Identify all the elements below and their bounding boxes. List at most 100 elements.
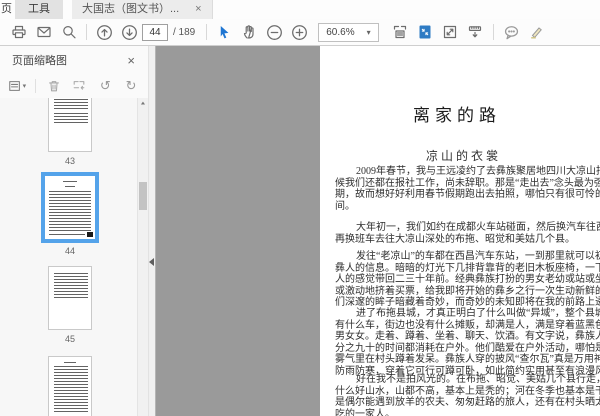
fullscreen-diagonal-arrow-icon <box>444 25 457 39</box>
paragraph: 进了布拖县城，才真正明白了什么叫做“异域”，整个县城街道 有什么车，街边也没有什… <box>335 308 600 377</box>
toolbar-separator <box>86 24 87 40</box>
hand-icon <box>243 25 254 39</box>
paragraph: 大年初一，我们如约在成都火车站碰面，然后换汽车往西昌， 再换班车去往大凉山深处的… <box>335 222 600 245</box>
minus-circle-icon <box>267 24 283 40</box>
hand-tool-button[interactable] <box>237 21 262 43</box>
comment-button[interactable] <box>499 21 524 43</box>
zoom-level-value: 60.6% <box>326 26 355 38</box>
thumbnail-text-lines <box>49 191 91 231</box>
tab-tools[interactable]: 工具 <box>15 0 63 19</box>
text-line: 雾气里在村头蹲着发呆。彝族人穿的披风“查尔瓦”真是万用神袄， <box>335 354 600 365</box>
chevron-down-icon: ▾ <box>22 83 27 90</box>
thumbnail-page-46[interactable] <box>48 356 92 416</box>
panel-title: 页面缩略图 <box>12 55 67 67</box>
scroll-up-arrow-icon[interactable]: ▲ <box>138 100 148 108</box>
collapse-panel-arrow-icon[interactable] <box>149 258 154 266</box>
text-line: 进了布拖县城，才真正明白了什么叫做“异域”，整个县城街道 <box>356 308 600 319</box>
thumbnail-page-44-selected[interactable] <box>41 172 99 243</box>
thumbnail-page-number: 43 <box>64 156 75 166</box>
thumbnail-text-lines <box>54 272 88 298</box>
rotate-right-icon: ↻ <box>125 78 137 94</box>
page-number-input[interactable] <box>142 23 168 41</box>
document-tab[interactable]: 大国志（图文书）... × <box>72 0 213 19</box>
text-line: 或激动地挤着买票，给我即将开始的彝乡之行一次生动新鲜的预览 <box>335 285 600 297</box>
fit-width-icon <box>394 25 407 39</box>
search-button[interactable] <box>56 21 81 43</box>
chevron-down-icon: ▾ <box>366 27 371 37</box>
comment-bubble-icon <box>504 25 518 39</box>
text-line: 发往“老凉山”的车都在西昌汽车东站，一到那里就可以初步感 <box>356 251 600 262</box>
paragraph: 2009年春节，我与王远凌约了去彝族聚居地四川大凉山拍照。 候我们还都在报社工作… <box>335 166 600 212</box>
highlight-button[interactable] <box>524 21 549 43</box>
thumbnail-title-line <box>64 361 76 363</box>
thumbnail-options-icon <box>8 81 20 91</box>
email-icon <box>36 26 51 38</box>
text-line: 再换班车去往大凉山深处的布拖、昭觉和美姑几个县。 <box>335 233 575 245</box>
thumbnail-page-43[interactable] <box>48 98 92 152</box>
search-icon <box>62 26 76 39</box>
thumbnail-options-button[interactable]: ▾ <box>6 76 28 96</box>
print-icon <box>11 25 26 39</box>
close-icon[interactable]: × <box>195 0 201 19</box>
next-page-button[interactable] <box>117 21 142 43</box>
fit-page-button[interactable] <box>413 21 438 43</box>
document-subtitle: 凉山的衣裳 <box>426 149 502 163</box>
cursor-arrow-icon <box>221 25 229 38</box>
thumbnail-title-line <box>63 180 77 182</box>
text-line: 们深邃的眸子暗藏着奇妙，而奇妙的未知即将在我的前路上逶迤展 <box>335 297 600 308</box>
rotate-right-button[interactable]: ↻ <box>120 76 142 96</box>
thumbnail-text-lines <box>54 366 88 412</box>
toolbar-separator <box>492 24 494 40</box>
cut-pages-button[interactable] <box>69 76 91 96</box>
arrow-up-circle-icon <box>97 24 112 40</box>
page-thumbnails-panel: 页面缩略图 × ▾ ↺ ↻ 43 44 45 ▲ <box>0 46 148 416</box>
highlighter-icon <box>531 27 543 39</box>
print-button[interactable] <box>6 21 31 43</box>
paragraph: 好在我不是拍风光的。在布拖、昭觉、美姑几个县行走，没有 什么好山水，山都不高，基… <box>335 374 600 416</box>
fit-width-button[interactable] <box>388 21 413 43</box>
rotate-left-button[interactable]: ↺ <box>94 76 116 96</box>
document-title: 离家的路 <box>413 106 501 125</box>
zoom-in-button[interactable] <box>287 21 312 43</box>
zoom-level-dropdown[interactable]: 60.6% ▾ <box>318 22 379 42</box>
panel-splitter[interactable] <box>148 46 156 416</box>
tab-home[interactable]: 页 <box>0 0 12 19</box>
page-total-label: / 189 <box>173 26 196 38</box>
text-line: 候我们还都在报社工作，尚未辞职。那是“走出去”念头最为强烈的 <box>335 177 600 189</box>
document-canvas[interactable]: 离家的路 凉山的衣裳 2009年春节，我与王远凌约了去彝族聚居地四川大凉山拍照。… <box>156 46 600 416</box>
text-line: 人的感觉带回二三十年前。经典彝族打扮的男女老幼或站或坐， <box>335 274 600 285</box>
thumbnail-image-block <box>87 232 93 237</box>
thumbnail-toolbar: ▾ ↺ ↻ <box>0 74 148 98</box>
thumbnail-page-45[interactable] <box>48 266 92 330</box>
panel-close-icon[interactable]: × <box>127 53 135 68</box>
more-tools-button[interactable] <box>463 21 488 43</box>
fit-page-icon <box>419 25 431 39</box>
zoom-out-button[interactable] <box>262 21 287 43</box>
cut-pages-icon <box>74 81 85 90</box>
text-line: 有什么车，街边也没有什么摊贩，却满是人，满是穿着蓝黑色衣裳 <box>335 319 600 331</box>
scrollbar-thumb[interactable] <box>139 182 147 210</box>
text-line: 好在我不是拍风光的。在布拖、昭觉、美姑几个县行走，没有 <box>356 374 600 385</box>
main-area: 页面缩略图 × ▾ ↺ ↻ 43 44 45 ▲ 离家的路 凉山的衣裳 2009… <box>0 46 600 416</box>
thumbnail-page-number: 45 <box>64 334 75 344</box>
thumbnail-page-number: 44 <box>64 246 75 256</box>
email-button[interactable] <box>31 21 56 43</box>
select-tool-button[interactable] <box>212 21 237 43</box>
delete-page-button[interactable] <box>43 76 65 96</box>
previous-page-button[interactable] <box>92 21 117 43</box>
thumbnail-text-lines <box>54 98 88 109</box>
actual-size-button[interactable] <box>438 21 463 43</box>
paragraph: 发往“老凉山”的车都在西昌汽车东站，一到那里就可以初步感 彝人的信息。暗暗的灯光… <box>335 251 600 309</box>
document-tab-label: 大国志（图文书）... <box>82 3 180 15</box>
text-line: 什么好山水，山都不高，基本上是秃的；河在冬季也基本是干涸的 <box>335 385 600 397</box>
text-line: 期，故而想好好利用春节假期跑出去拍照，哪怕只有很可怜的几天 <box>335 189 600 200</box>
plus-circle-icon <box>292 24 308 40</box>
trash-icon <box>48 81 59 92</box>
toolbar-expand-icon <box>469 26 482 38</box>
text-line: 间。 <box>335 200 355 212</box>
thumbnail-scrollbar[interactable]: ▲ <box>137 98 148 416</box>
toolbar-separator <box>34 79 36 93</box>
rotate-left-icon: ↺ <box>99 78 111 94</box>
text-line: 男女女。走着、蹲着、坐着、聊天、饮酒。有文字说，彝族人一生 <box>335 331 600 342</box>
tab-bar: 页 工具 大国志（图文书）... × <box>0 0 600 19</box>
